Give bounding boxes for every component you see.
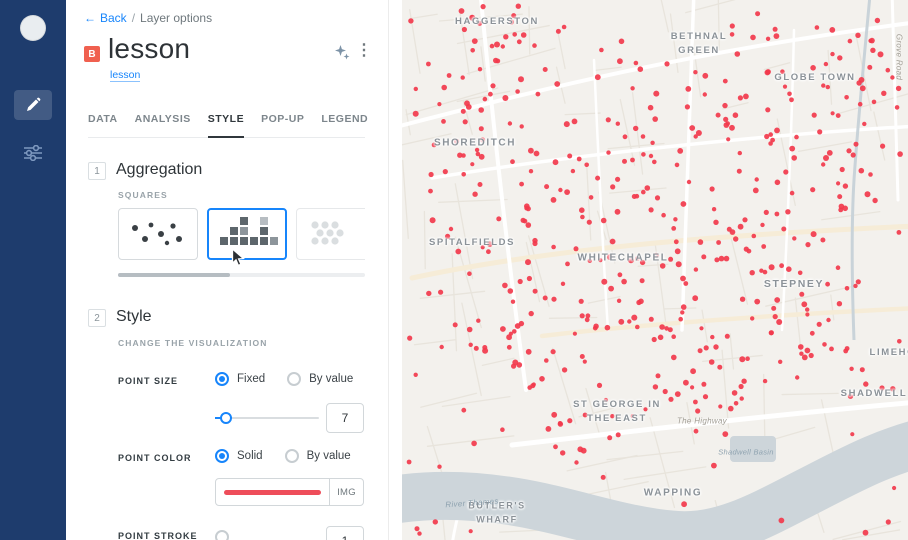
tab-popup[interactable]: POP-UP [261, 113, 304, 137]
aggregation-option-points[interactable] [118, 208, 198, 260]
point-size-fixed-radio[interactable] [215, 372, 229, 386]
point-stroke-radios [215, 530, 229, 540]
aggregation-option-squares[interactable] [207, 208, 287, 260]
overflow-menu-icon[interactable]: ⋮ [356, 43, 372, 59]
point-color-byvalue-label[interactable]: By value [307, 450, 351, 462]
style-subtitle: CHANGE THE VISUALIZATION [118, 338, 268, 348]
back-link[interactable]: Back [100, 11, 127, 25]
aggregation-title: Aggregation [116, 161, 203, 178]
point-size-byvalue-label[interactable]: By value [309, 373, 353, 385]
aggregation-scrollbar[interactable] [118, 273, 365, 277]
map-basemap [402, 0, 908, 540]
aggregation-option-hexbins[interactable] [296, 208, 365, 260]
point-size-slider[interactable] [215, 412, 319, 424]
point-color-byvalue-radio[interactable] [284, 449, 299, 463]
layer-source-link[interactable]: lesson [110, 69, 141, 82]
hexbins-pattern-icon [301, 210, 365, 259]
layer-options-panel: ← Back / Layer options B lesson lesson ⋮ DA… [66, 0, 402, 540]
squares-pattern-icon [212, 210, 282, 259]
sparkles-icon[interactable] [334, 44, 350, 65]
breadcrumb: ← Back / Layer options [84, 11, 212, 25]
map-canvas[interactable]: HAGGERSTON BETHNAL GREEN GLOBE TOWN SHOREDI… [402, 0, 908, 540]
tab-analysis[interactable]: ANALYSIS [135, 113, 191, 137]
step-number-1: 1 [88, 162, 106, 180]
point-size-byvalue-radio[interactable] [287, 372, 302, 386]
layer-title: lesson [108, 33, 191, 64]
tab-data[interactable]: DATA [88, 113, 118, 137]
point-color-radios: Solid By value [215, 449, 365, 463]
point-size-fixed-label[interactable]: Fixed [237, 373, 265, 385]
filters-tool-button[interactable] [14, 138, 52, 168]
point-stroke-label: POINT STROKE [118, 531, 198, 540]
color-swatch [224, 489, 321, 495]
points-pattern-icon [123, 210, 193, 259]
back-arrow-icon[interactable]: ← [84, 11, 96, 25]
point-color-picker[interactable]: IMG [215, 478, 364, 506]
style-title: Style [116, 308, 152, 325]
edit-tool-button[interactable] [14, 90, 52, 120]
panel-tabs: DATA ANALYSIS STYLE POP-UP LEGEND [88, 113, 368, 138]
breadcrumb-current: Layer options [140, 11, 213, 25]
layer-badge: B [84, 46, 100, 62]
point-stroke-fixed-radio[interactable] [215, 530, 229, 540]
point-size-radios: Fixed By value [215, 372, 367, 386]
aggregation-scrollbar-thumb[interactable] [118, 273, 230, 277]
aggregation-value-label: SQUARES [118, 190, 168, 200]
point-color-solid-radio[interactable] [215, 449, 229, 463]
point-size-label: POINT SIZE [118, 376, 179, 386]
step-number-2: 2 [88, 309, 106, 327]
pencil-icon [25, 97, 41, 113]
img-button[interactable]: IMG [329, 479, 363, 505]
app-sidebar [0, 0, 66, 540]
avatar[interactable] [20, 15, 46, 41]
point-color-label: POINT COLOR [118, 453, 192, 463]
sliders-icon [23, 145, 43, 161]
tab-style[interactable]: STYLE [207, 113, 245, 138]
aggregation-options [118, 208, 365, 264]
point-size-input[interactable] [326, 403, 364, 433]
breadcrumb-separator: / [131, 11, 136, 25]
panel-divider [388, 0, 389, 540]
slider-knob[interactable] [220, 412, 232, 424]
tab-legend[interactable]: LEGEND [321, 113, 368, 137]
point-stroke-input[interactable] [326, 526, 364, 540]
point-color-solid-label[interactable]: Solid [237, 450, 263, 462]
color-swatch-zone[interactable] [216, 479, 329, 505]
